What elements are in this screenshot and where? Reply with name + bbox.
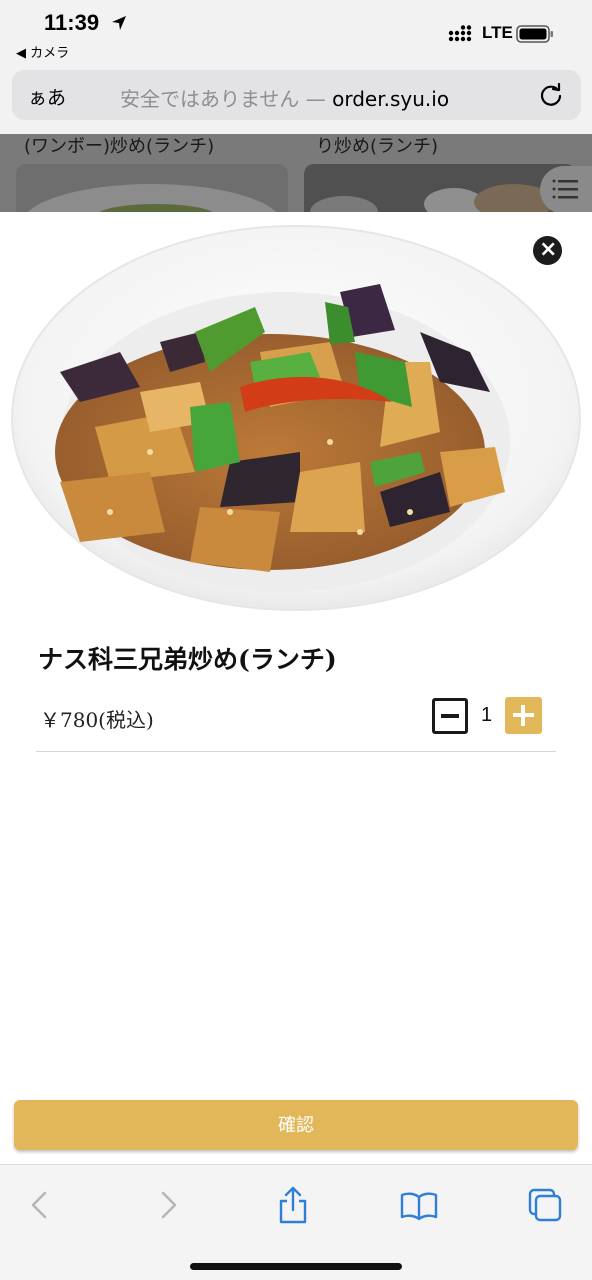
minus-icon	[441, 714, 459, 718]
chevron-right-icon[interactable]	[148, 1185, 188, 1225]
status-time: 11:39	[44, 10, 100, 35]
item-detail-modal: × ナス科三兄弟炒め(ランチ) ￥780(税込) 1 確認	[0, 212, 592, 1280]
browser-address-area: ぁあ 安全ではありません — order.syu.io	[0, 64, 592, 134]
close-icon: ×	[539, 237, 558, 262]
book-icon[interactable]	[399, 1185, 439, 1225]
chevron-left-icon[interactable]	[20, 1185, 60, 1225]
background-page: (ワンボー)炒め(ランチ) り炒め(ランチ)	[0, 134, 592, 212]
confirm-button-label: 確認	[278, 1115, 314, 1135]
location-arrow-icon	[112, 16, 126, 30]
divider	[36, 751, 556, 752]
background-card-image	[304, 164, 576, 212]
background-card-image	[16, 164, 288, 212]
url-host: order.syu.io	[332, 87, 450, 111]
share-icon[interactable]	[273, 1185, 313, 1225]
url-display[interactable]: 安全ではありません — order.syu.io	[120, 83, 449, 112]
cellular-signal-icon	[448, 25, 472, 42]
increase-quantity-button[interactable]	[505, 697, 542, 734]
close-button[interactable]: ×	[533, 236, 562, 265]
confirm-button[interactable]: 確認	[14, 1100, 578, 1150]
reload-icon[interactable]	[538, 82, 564, 108]
item-price: ￥780(税込)	[40, 708, 154, 732]
security-warning: 安全ではありません —	[120, 87, 326, 111]
item-name: ナス科三兄弟炒め(ランチ)	[38, 645, 337, 674]
menu-button[interactable]	[540, 166, 592, 212]
back-to-app-link[interactable]: ◀ カメラ	[16, 42, 69, 61]
background-card-title: (ワンボー)炒め(ランチ)	[24, 136, 215, 157]
hamburger-icon	[552, 179, 578, 199]
browser-toolbar	[0, 1164, 592, 1280]
battery-icon	[516, 25, 553, 43]
status-bar: 11:39 ◀ カメラ LTE	[0, 0, 592, 64]
address-bar[interactable]: ぁあ 安全ではありません — order.syu.io	[12, 70, 581, 120]
quantity-value: 1	[481, 704, 493, 726]
tabs-icon[interactable]	[525, 1185, 565, 1225]
decrease-quantity-button[interactable]	[432, 698, 468, 734]
text-size-button[interactable]: ぁあ	[28, 83, 66, 110]
background-card-title: り炒め(ランチ)	[316, 136, 439, 157]
plus-icon	[521, 705, 525, 726]
home-indicator	[190, 1263, 402, 1270]
dish-photo	[0, 212, 592, 622]
network-type: LTE	[482, 23, 513, 42]
